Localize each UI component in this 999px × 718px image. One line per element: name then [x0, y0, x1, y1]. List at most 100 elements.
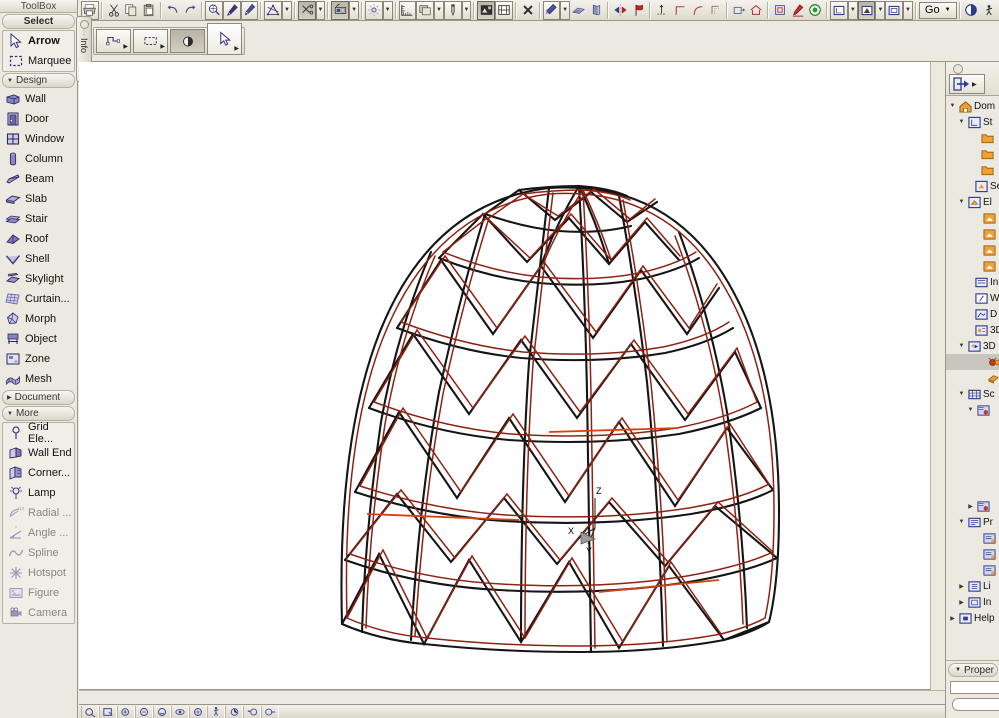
- tool-column[interactable]: Column: [0, 149, 77, 169]
- tree-row[interactable]: [946, 162, 999, 178]
- tree-row[interactable]: [946, 258, 999, 274]
- tool-lamp[interactable]: Lamp: [3, 483, 74, 503]
- pen-button[interactable]: [223, 1, 241, 20]
- walk-3d-button[interactable]: [207, 706, 225, 718]
- tool-object[interactable]: Object: [0, 329, 77, 349]
- tool-corner-window[interactable]: Corner...: [3, 463, 74, 483]
- prev-zoom-button[interactable]: [135, 706, 153, 718]
- tree-row[interactable]: ▶: [946, 498, 999, 514]
- twisty-icon[interactable]: ▼: [957, 343, 966, 349]
- tool-wall-end[interactable]: Wall End: [3, 443, 74, 463]
- twisty-icon[interactable]: ▼: [966, 407, 975, 413]
- tree-row[interactable]: [946, 546, 999, 562]
- toolbox-section-more[interactable]: ▼ More: [2, 406, 75, 421]
- tool-arrow[interactable]: Arrow: [3, 31, 74, 51]
- tree-row[interactable]: ▶ Help: [946, 610, 999, 626]
- flag-button[interactable]: [629, 1, 647, 20]
- layers-dropdown[interactable]: ▼: [434, 1, 444, 20]
- zoom-out-button[interactable]: [99, 706, 117, 718]
- tool-roof[interactable]: Roof: [0, 229, 77, 249]
- toolbox-section-design[interactable]: ▼ Design: [2, 73, 75, 88]
- zoom-find-button[interactable]: [205, 1, 223, 20]
- property-secondary-input[interactable]: [952, 698, 999, 711]
- tool-beam[interactable]: Beam: [0, 169, 77, 189]
- walk-button[interactable]: [980, 1, 998, 20]
- fit-window-button[interactable]: [117, 706, 135, 718]
- tool-angle-dimension[interactable]: ° Angle ...: [3, 523, 74, 543]
- globe-button[interactable]: [807, 1, 825, 20]
- geometry-polyline-button[interactable]: ▶: [96, 29, 131, 53]
- geometry-rotated-button[interactable]: [170, 29, 205, 53]
- twisty-icon[interactable]: ▶: [957, 583, 966, 590]
- palette-button[interactable]: [963, 1, 981, 20]
- floorplan-dropdown[interactable]: ▼: [848, 1, 858, 20]
- pan-button[interactable]: [243, 706, 261, 718]
- tool-window[interactable]: Window: [0, 129, 77, 149]
- tool-hotspot[interactable]: Hotspot: [3, 563, 74, 583]
- tree-row[interactable]: [946, 130, 999, 146]
- tree-row[interactable]: [946, 370, 999, 386]
- explore-button[interactable]: [189, 706, 207, 718]
- zoom-in-button[interactable]: [81, 706, 99, 718]
- tree-row[interactable]: ▼ Dom: [946, 98, 999, 114]
- tree-row[interactable]: ▼ Pr: [946, 514, 999, 530]
- paint-fill-dropdown[interactable]: ▼: [560, 1, 570, 20]
- tree-row[interactable]: [946, 210, 999, 226]
- magic-wand-panel-button[interactable]: [331, 1, 349, 20]
- tree-row[interactable]: W: [946, 290, 999, 306]
- orbit-button[interactable]: [171, 706, 189, 718]
- tool-skylight[interactable]: Skylight: [0, 269, 77, 289]
- wall-tool-button[interactable]: [588, 1, 606, 20]
- explode-button[interactable]: [365, 1, 383, 20]
- 3d-viewport[interactable]: Z X Y: [79, 62, 945, 690]
- tree-row[interactable]: [946, 530, 999, 546]
- arrow-tool-button[interactable]: ▶: [207, 23, 242, 55]
- slab-tool-button[interactable]: [570, 1, 588, 20]
- tree-row[interactable]: ▼ St: [946, 114, 999, 130]
- property-name-input[interactable]: [950, 681, 999, 694]
- layout-window-button[interactable]: [885, 1, 903, 20]
- tree-row[interactable]: [946, 226, 999, 242]
- twisty-icon[interactable]: ▶: [966, 503, 975, 510]
- tool-marquee[interactable]: Marquee: [3, 51, 74, 71]
- tool-morph[interactable]: Morph: [0, 309, 77, 329]
- tree-row[interactable]: D: [946, 306, 999, 322]
- twisty-icon[interactable]: ▶: [957, 599, 966, 606]
- tool-wall[interactable]: Wall: [0, 89, 77, 109]
- section-button[interactable]: [495, 1, 513, 20]
- toolbox-section-document[interactable]: ▶ Document: [2, 390, 75, 405]
- undo-button[interactable]: [164, 1, 182, 20]
- trim-dropdown[interactable]: ▼: [316, 1, 326, 20]
- tool-door[interactable]: Door: [0, 109, 77, 129]
- rendering-button[interactable]: [477, 1, 495, 20]
- tree-row[interactable]: In: [946, 274, 999, 290]
- twisty-icon[interactable]: ▼: [957, 119, 966, 125]
- viewport-vertical-scrollbar[interactable]: [930, 62, 945, 704]
- tree-row[interactable]: ▼: [946, 402, 999, 418]
- tool-mesh[interactable]: Mesh: [0, 369, 77, 389]
- edit-selection-dropdown[interactable]: ▼: [282, 1, 292, 20]
- offset-button[interactable]: [706, 1, 724, 20]
- tool-shell[interactable]: Shell: [0, 249, 77, 269]
- scroll-zoom-button[interactable]: [261, 706, 279, 718]
- tree-row[interactable]: ▶ Li: [946, 578, 999, 594]
- mirror-button[interactable]: [611, 1, 629, 20]
- tool-stair[interactable]: Stair: [0, 209, 77, 229]
- next-zoom-button[interactable]: [153, 706, 171, 718]
- cut-button[interactable]: [105, 1, 123, 20]
- crop-button[interactable]: [771, 1, 789, 20]
- layers-button[interactable]: [416, 1, 434, 20]
- trim-button[interactable]: [298, 1, 316, 20]
- fillet-button[interactable]: [688, 1, 706, 20]
- tree-row[interactable]: ▼ El: [946, 194, 999, 210]
- magic-wand-dropdown[interactable]: ▼: [349, 1, 359, 20]
- twisty-icon[interactable]: ▼: [957, 391, 966, 397]
- floorplan-window-button[interactable]: [830, 1, 848, 20]
- twisty-icon[interactable]: ▶: [948, 615, 957, 622]
- paste-button[interactable]: [140, 1, 158, 20]
- rotate-button[interactable]: [225, 706, 243, 718]
- twisty-icon[interactable]: ▼: [957, 199, 966, 205]
- stretch-button[interactable]: [730, 1, 748, 20]
- copy-button[interactable]: [122, 1, 140, 20]
- geometry-rectangle-button[interactable]: ▶: [133, 29, 168, 53]
